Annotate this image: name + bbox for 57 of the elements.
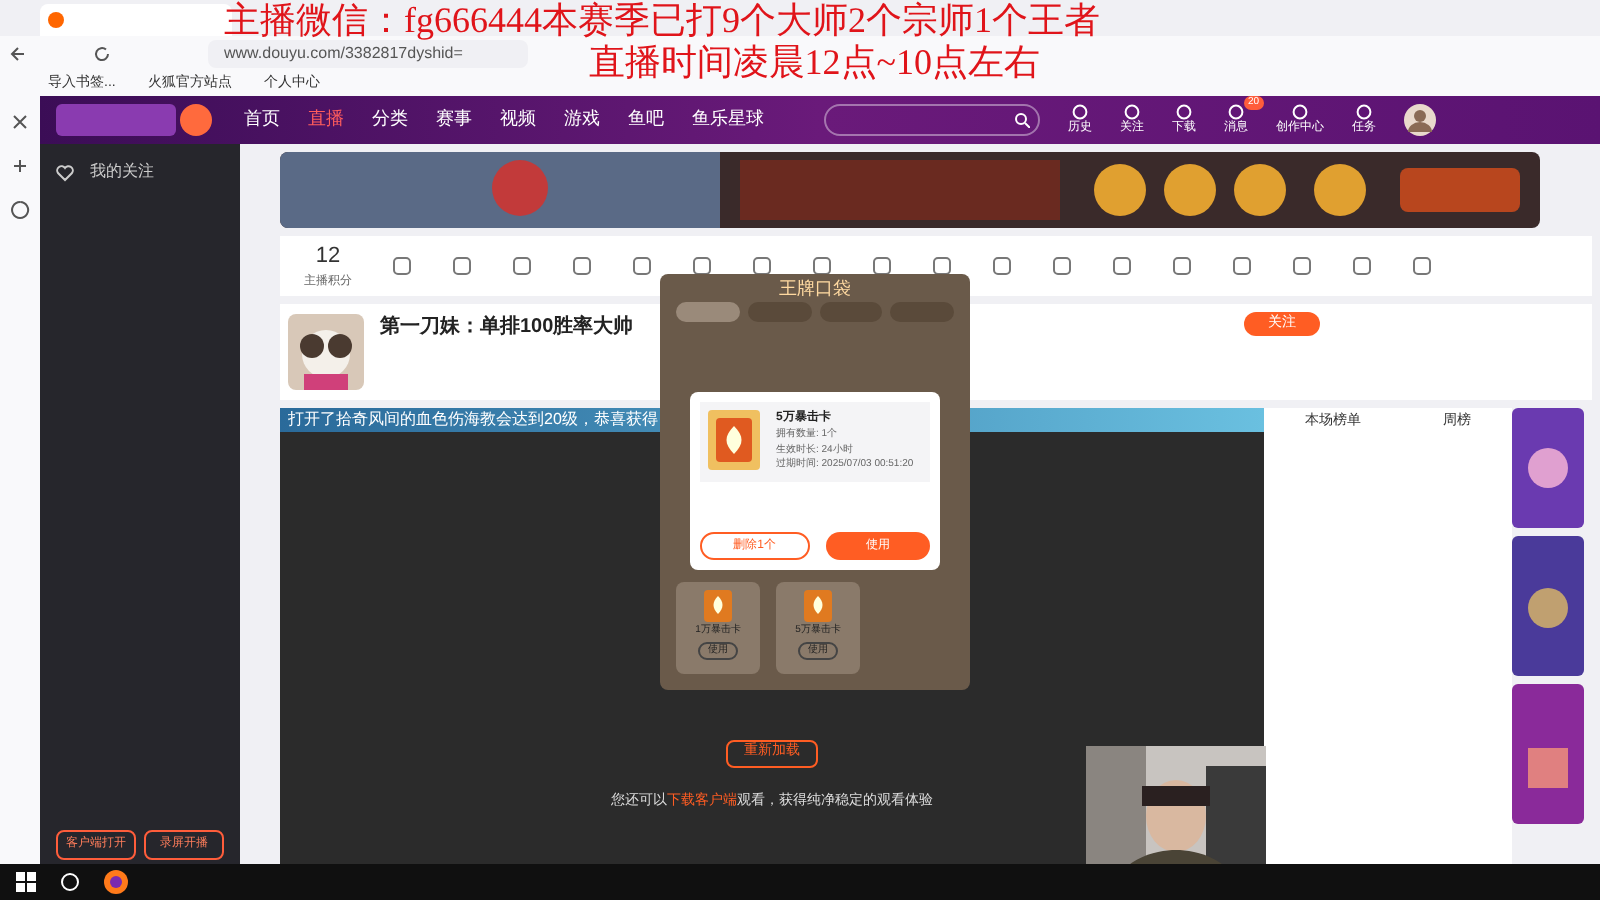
header-action-icon (1124, 103, 1140, 119)
toolbar-tool-icon[interactable] (752, 256, 772, 276)
site-logo-icon (56, 100, 216, 140)
header-action-icon (1228, 103, 1244, 119)
tab-favicon-icon (48, 12, 64, 28)
flame-card-icon (708, 410, 760, 470)
overlay-caption: 主播微信：fg666444本赛季已打9个大师2个宗师1个王者 (224, 0, 1100, 42)
sidebar-tool-icon[interactable] (10, 112, 30, 132)
sidebar-tool-icon[interactable] (10, 200, 30, 220)
toolbar-tool-icon[interactable] (932, 256, 952, 276)
heart-icon (56, 163, 74, 181)
url-field[interactable]: www.douyu.com/3382817dyshid= (208, 40, 528, 68)
nav-link[interactable]: 分类 (372, 106, 408, 134)
header-action-icon (1292, 103, 1308, 119)
header-action-icon (1072, 103, 1088, 119)
overlay-caption: 直播时间凌晨12点~10点左右 (588, 42, 1040, 84)
nav-link[interactable]: 首页 (244, 106, 280, 134)
search-icon (1014, 112, 1030, 128)
toolbar-tool-icon[interactable] (1172, 256, 1192, 276)
nav-link[interactable]: 赛事 (436, 106, 472, 134)
toolbar-tool-icon[interactable] (992, 256, 1012, 276)
sidebar-item[interactable]: 我的关注 (90, 160, 154, 184)
sidebar-tool-icon[interactable] (10, 156, 30, 176)
nav-link[interactable]: 视频 (500, 106, 536, 134)
flame-card-icon (804, 590, 832, 622)
flame-card-icon (704, 590, 732, 622)
toolbar-tool-icon[interactable] (572, 256, 592, 276)
toolbar-tool-icon[interactable] (1052, 256, 1072, 276)
score-value: 12 (315, 242, 341, 273)
toolbar-tool-icon[interactable] (1292, 256, 1312, 276)
toolbar-tool-icon[interactable] (812, 256, 832, 276)
reload-icon[interactable] (92, 44, 112, 64)
back-icon[interactable] (8, 44, 28, 64)
toolbar-tool-icon[interactable] (872, 256, 892, 276)
windows-start-icon[interactable] (16, 872, 36, 892)
browser-app-icon[interactable] (104, 870, 128, 894)
toolbar-tool-icon[interactable] (632, 256, 652, 276)
nav-link[interactable]: 鱼吧 (628, 106, 664, 134)
toolbar-tool-icon[interactable] (1232, 256, 1252, 276)
popup-title: 王牌口袋 (777, 276, 853, 302)
marquee-text: 打开了拾奇风间的血色伤海教会达到20级，恭喜获得 (288, 408, 658, 432)
header-action-icon (1176, 103, 1192, 119)
header-action-icon (1356, 103, 1372, 119)
nav-link[interactable]: 游戏 (564, 106, 600, 134)
toolbar-tool-icon[interactable] (692, 256, 712, 276)
nav-link[interactable]: 直播 (308, 106, 344, 134)
toolbar-tool-icon[interactable] (1352, 256, 1372, 276)
toolbar-tool-icon[interactable] (1412, 256, 1432, 276)
search-field[interactable] (824, 104, 1040, 136)
avatar-icon (1404, 104, 1436, 136)
toolbar-tool-icon[interactable] (452, 256, 472, 276)
toolbar-tool-icon[interactable] (1112, 256, 1132, 276)
app-icon[interactable] (60, 872, 80, 892)
stream-title: 第一刀妹：单排100胜率大帅 (380, 312, 636, 342)
toolbar-tool-icon[interactable] (392, 256, 412, 276)
toolbar-tool-icon[interactable] (512, 256, 532, 276)
nav-link[interactable]: 鱼乐星球 (692, 106, 764, 134)
